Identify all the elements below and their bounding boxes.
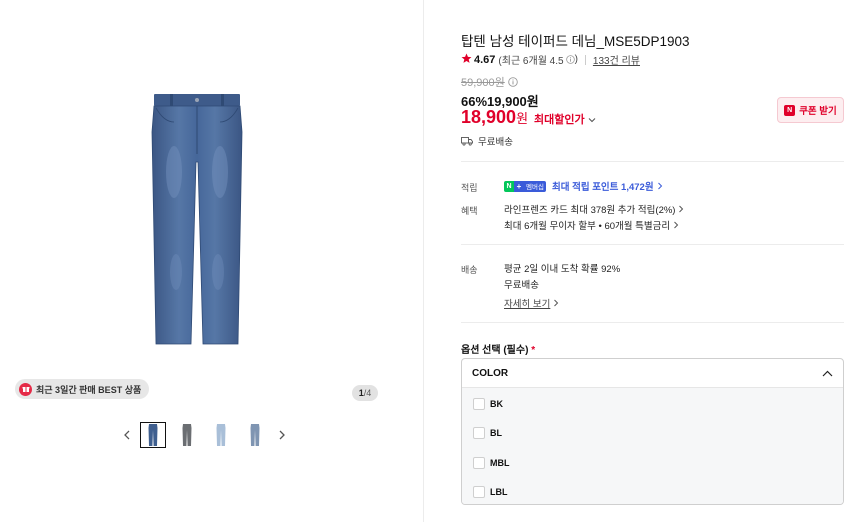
best-badge-label: 최근 3일간 판매 BEST 상품 <box>36 384 142 395</box>
chevron-right-icon <box>553 299 559 307</box>
shipping-summary: 무료배송 <box>461 134 513 148</box>
best-seller-badge: 최근 3일간 판매 BEST 상품 <box>15 379 150 399</box>
thumbnail-2[interactable] <box>174 422 200 448</box>
delivery-details-label: 자세히 보기 <box>504 299 551 310</box>
max-discount-price: 18,900 <box>461 107 517 127</box>
chevron-left-icon[interactable] <box>120 422 132 448</box>
product-image[interactable] <box>150 92 244 348</box>
required-mark: * <box>531 345 536 356</box>
info-icon[interactable] <box>565 55 575 64</box>
checkbox[interactable] <box>473 486 485 499</box>
color-option-label: BK <box>490 398 503 409</box>
color-option-list: BK BL MBL LBL <box>462 388 843 505</box>
divider <box>461 322 844 323</box>
product-title: 탑텐 남성 테이퍼드 데님_MSE5DP1903 <box>461 34 690 49</box>
original-price: 59,900원 <box>461 74 518 90</box>
color-option-label: LBL <box>490 487 508 498</box>
chevron-right-icon <box>678 205 684 213</box>
review-count-link[interactable]: 133건 리뷰 <box>593 52 640 67</box>
divider <box>461 161 844 162</box>
coupon-button[interactable]: N 쿠폰 받기 <box>777 97 844 123</box>
chevron-right-icon[interactable] <box>276 422 288 448</box>
coupon-label: 쿠폰 받기 <box>799 106 837 117</box>
truck-icon <box>461 136 473 146</box>
benefit-installment-row[interactable]: 최대 6개월 무이자 할부 • 60개월 특별금리 <box>504 218 679 232</box>
product-info: 탑텐 남성 테이퍼드 데님_MSE5DP1903 4.67 (최근 6개월 4.… <box>461 0 845 522</box>
points-label: 적립 <box>461 183 478 193</box>
naver-icon: N <box>504 180 514 192</box>
image-counter: 1/4 <box>352 385 378 401</box>
benefit-card-text: 라인프렌즈 카드 최대 378원 추가 적립(2%) <box>504 205 676 216</box>
divider <box>461 244 844 245</box>
benefit-card-row[interactable]: 라인프렌즈 카드 최대 378원 추가 적립(2%) <box>504 202 684 216</box>
thumbnail-strip <box>120 421 288 449</box>
star-icon <box>461 53 472 67</box>
coupon-icon: N <box>784 104 796 116</box>
chevron-up-icon[interactable] <box>822 370 833 377</box>
color-option-label: BL <box>490 428 502 439</box>
delivery-estimate: 평균 2일 이내 도착 확률 92% <box>504 264 621 275</box>
chevron-down-icon[interactable] <box>588 117 596 123</box>
plus-icon: + <box>514 180 524 192</box>
color-option[interactable]: LBL <box>462 478 843 505</box>
image-gallery: 최근 3일간 판매 BEST 상품 1/4 <box>0 0 424 522</box>
color-option[interactable]: BL <box>462 419 843 449</box>
naverpay-badge: N + 멤버십 <box>504 180 546 192</box>
rating-recent: (최근 6개월 4.5 <box>498 56 564 67</box>
original-price-value: 59,900원 <box>461 77 505 89</box>
max-price-unit: 원 <box>516 111 529 126</box>
max-discount-label: 최대할인가 <box>534 114 585 126</box>
delivery-details-link[interactable]: 자세히 보기 <box>504 296 559 310</box>
max-discount-row[interactable]: 18,900 원 최대할인가 <box>461 107 596 128</box>
rating-divider <box>584 54 586 65</box>
color-option-label: MBL <box>490 457 510 468</box>
thumbnail-4[interactable] <box>242 422 268 448</box>
color-select[interactable]: COLOR BK BL MBL LBL <box>461 358 844 505</box>
thumbnail-1[interactable] <box>140 422 166 448</box>
points-row[interactable]: N + 멤버십 최대 적립 포인트 1,472원 <box>504 179 663 193</box>
membership-label: 멤버십 <box>524 180 546 192</box>
counter-total: /4 <box>363 388 372 398</box>
chevron-right-icon <box>673 221 679 229</box>
color-select-header[interactable]: COLOR <box>462 359 843 388</box>
color-option[interactable]: BK <box>462 389 843 419</box>
checkbox[interactable] <box>473 456 485 469</box>
benefit-installment-text: 최대 6개월 무이자 할부 • 60개월 특별금리 <box>504 221 671 232</box>
delivery-fee: 무료배송 <box>504 280 539 291</box>
rating-score: 4.67 <box>474 53 496 66</box>
rating-row: 4.67 (최근 6개월 4.5 ) 133건 리뷰 <box>461 52 640 67</box>
price-info-icon[interactable] <box>508 77 518 87</box>
option-label: 옵션 선택 (필수) * <box>461 341 535 356</box>
points-text: 최대 적립 포인트 1,472원 <box>551 182 654 193</box>
gift-icon <box>19 382 32 396</box>
checkbox[interactable] <box>473 427 485 440</box>
thumbnail-3[interactable] <box>208 422 234 448</box>
color-option[interactable]: MBL <box>462 448 843 478</box>
shipping-summary-label: 무료배송 <box>478 137 513 148</box>
benefit-label: 혜택 <box>461 206 478 216</box>
color-select-title: COLOR <box>472 367 509 379</box>
checkbox[interactable] <box>473 397 485 410</box>
chevron-right-icon <box>657 182 663 190</box>
delivery-label: 배송 <box>461 265 478 275</box>
option-label-text: 옵션 선택 (필수) <box>461 345 529 356</box>
